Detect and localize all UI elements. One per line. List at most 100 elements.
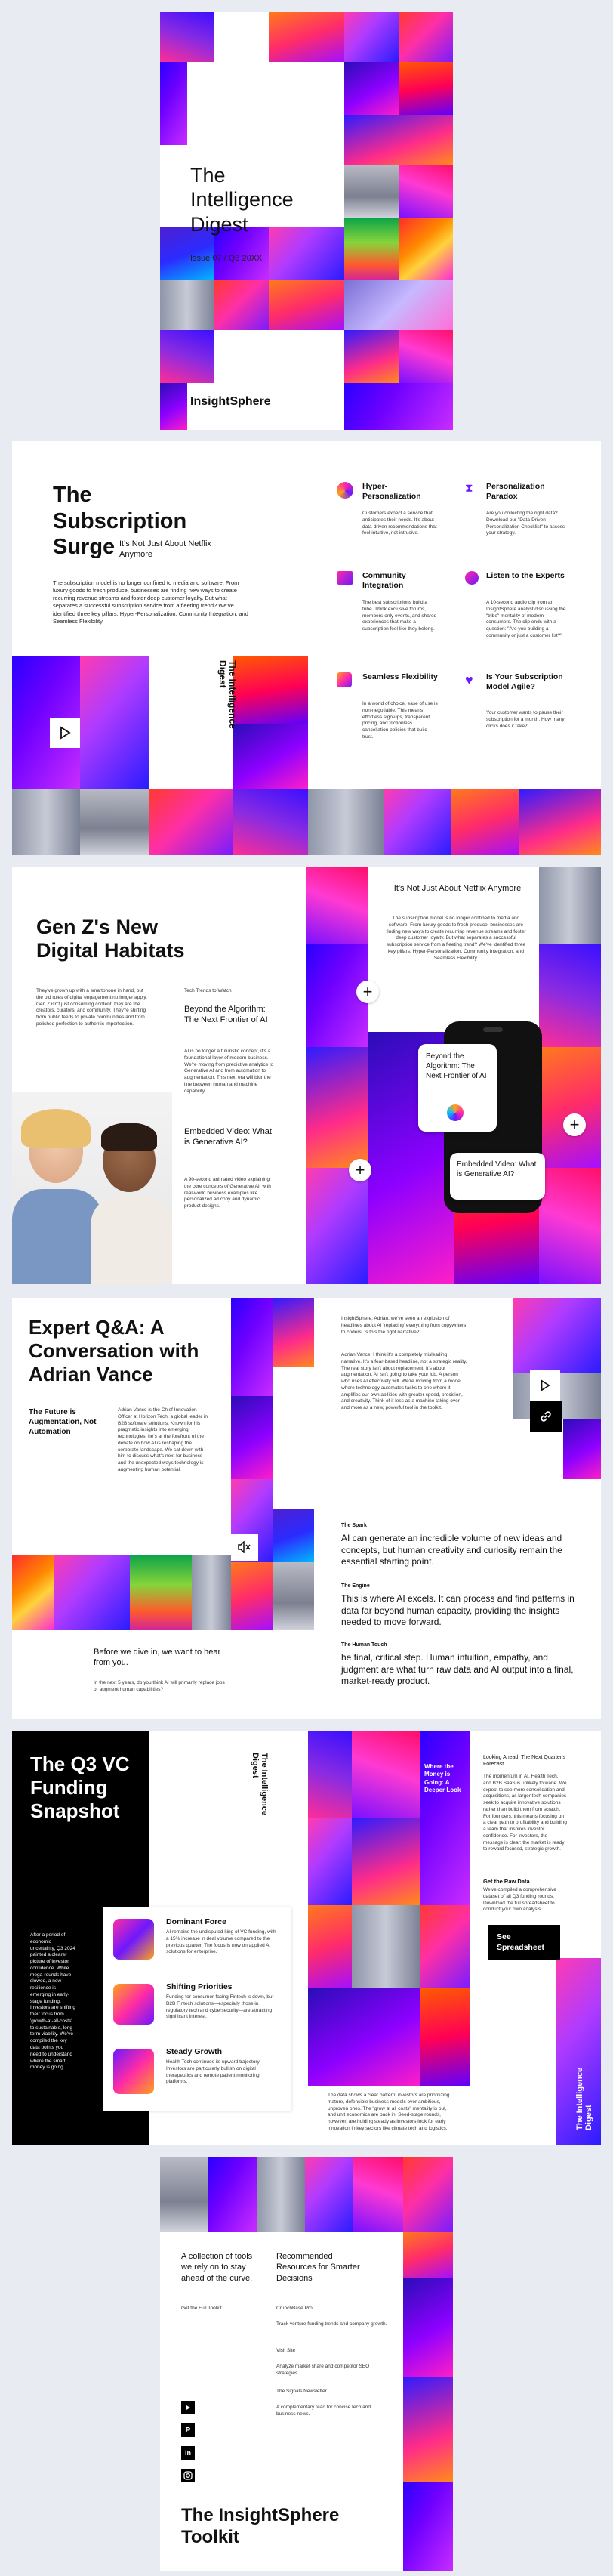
section-text: AI can generate an incredible volume of … — [341, 1533, 562, 1568]
qa-section: The Engine This is where AI excels. It c… — [341, 1583, 583, 1629]
plus-icon: + — [355, 1160, 365, 1179]
play-icon — [541, 1379, 550, 1391]
heart-icon: ♥ — [465, 672, 473, 687]
phone-card[interactable]: Beyond the Algorithm: The Next Frontier … — [418, 1044, 497, 1132]
vc-title-line: Snapshot — [30, 1799, 120, 1823]
pinterest-button[interactable]: P — [181, 2423, 195, 2437]
qa-title-line: Expert Q&A: A — [29, 1316, 165, 1339]
get-toolkit-link[interactable]: Get the Full Toolkit — [181, 2306, 222, 2312]
vc-card-title: Shifting Priorities — [166, 1982, 233, 1991]
extra-title: Is Your Subscription Model Agile? — [486, 672, 563, 691]
genz-title: Gen Z's New Digital Habitats — [36, 916, 185, 962]
resource-item[interactable]: The Signals Newsletter A complementary r… — [276, 2389, 390, 2417]
pillar-title: Community Integration — [362, 571, 406, 590]
see-spreadsheet-button[interactable]: See Spreadsheet — [488, 1925, 560, 1960]
qa-bio: Adrian Vance is the Chief Innovation Off… — [118, 1407, 208, 1472]
vc-card-text: Funding for consumer-facing Fintech is d… — [166, 1994, 274, 2020]
subscription-page: The Subscription Surge It's Not Just Abo… — [12, 441, 601, 855]
qa-title-line: Adrian Vance — [29, 1363, 153, 1386]
vertical-label: The Intelligence Digest — [251, 1753, 270, 1816]
mute-button[interactable] — [231, 1534, 258, 1561]
cover-page: The Intelligence Digest Issue 07 / Q3 20… — [160, 12, 453, 430]
instagram-button[interactable] — [181, 2469, 195, 2482]
robot-icon — [113, 1919, 154, 1960]
qa-section: The Spark AI can generate an incredible … — [341, 1523, 583, 1568]
vc-page: The Q3 VC Funding Snapshot After a perio… — [12, 1731, 601, 2145]
resource-desc: A complementary read for concise tech an… — [276, 2404, 371, 2417]
genz-right-title: It's Not Just About Netflix Anymore — [393, 884, 522, 893]
target-icon — [337, 482, 353, 499]
section-label: The Engine — [341, 1583, 370, 1589]
fintech-icon — [113, 1984, 154, 2025]
brand-logo: InsightSphere — [190, 395, 271, 408]
cover-title-line: Digest — [190, 212, 248, 236]
vc-intro: After a period of economic uncertainty, … — [30, 1932, 75, 2071]
genz-heading: Embedded Video: What is Generative AI? — [184, 1127, 272, 1147]
qa-section: The Human Touch he final, critical step.… — [341, 1642, 583, 1688]
ai-orb-icon — [447, 1104, 464, 1121]
vc-title-line: Funding — [30, 1776, 108, 1799]
section-text: This is where AI excels. It can process … — [341, 1593, 574, 1628]
add-button[interactable]: + — [563, 1113, 586, 1136]
extra-title: Personalization Paradox — [486, 482, 545, 501]
linkedin-button[interactable]: in — [181, 2446, 195, 2460]
qa-page: Expert Q&A: A Conversation with Adrian V… — [12, 1298, 601, 1719]
poll-question[interactable]: In the next 5 years, do you think AI wil… — [94, 1680, 229, 1694]
instagram-icon — [183, 2471, 193, 2480]
raw-data-title: Get the Raw Data — [483, 1878, 530, 1885]
link-button[interactable] — [530, 1401, 562, 1432]
youtube-button[interactable] — [181, 2401, 195, 2414]
resource-item[interactable]: CrunchBase Pro Track venture funding tre… — [276, 2306, 390, 2328]
plus-icon: + — [569, 1115, 580, 1134]
genz-title-line: Gen Z's New — [36, 916, 158, 938]
genz-right-body: The subscription model is no longer conf… — [386, 916, 526, 961]
qa-subhead: The Future is Augmentation, Not Automati… — [29, 1408, 97, 1436]
cover-title-line: The — [190, 164, 226, 187]
community-icon — [337, 571, 353, 585]
genz-tag: Tech Trends to Watch — [184, 988, 232, 993]
link-icon — [541, 1411, 551, 1422]
pillar-text: The best subscriptions build a tribe. Th… — [362, 600, 437, 632]
subscription-title-line: The — [53, 483, 92, 507]
toolkit-title-line: Toolkit — [181, 2526, 239, 2547]
pillar-title: Seamless Flexibility — [362, 672, 438, 681]
pinterest-icon: P — [185, 2426, 191, 2435]
qa-intro: InsightSphere: Adrian, we've seen an exp… — [341, 1316, 467, 1335]
extra-text: Are you collecting the right data? Downl… — [486, 511, 565, 536]
phone-card-text: Beyond the Algorithm: The Next Frontier … — [426, 1052, 487, 1080]
genz-heading: Beyond the Algorithm: The Next Frontier … — [184, 1005, 268, 1024]
toolkit-title-line: The InsightSphere — [181, 2505, 340, 2525]
add-button[interactable]: + — [356, 981, 379, 1003]
genz-text: AI is no longer a futuristic concept, it… — [184, 1049, 274, 1094]
extra-text: Your customer wants to pause their subsc… — [486, 710, 565, 729]
vertical-label: The Intelligence Digest — [575, 2067, 594, 2130]
resource-item[interactable]: Visit Site Analyze market share and comp… — [276, 2348, 390, 2377]
youtube-icon — [186, 2405, 190, 2410]
health-icon — [113, 2049, 154, 2094]
cover-issue: Issue 07 / Q3 20XX — [190, 254, 263, 263]
forecast-text: The momentum in AI, Health Tech, and B2B… — [483, 1774, 567, 1852]
play-button[interactable] — [530, 1370, 560, 1401]
forecast-title: Looking Ahead: The Next Quarter's Foreca… — [483, 1755, 565, 1768]
poll-prompt: Before we dive in, we want to hear from … — [94, 1648, 221, 1668]
subscription-title-line: Surge — [53, 535, 116, 559]
pillar-text: In a world of choice, ease of use is non… — [362, 701, 438, 740]
vc-title: The Q3 VC Funding Snapshot — [30, 1753, 129, 1824]
genz-page: Gen Z's New Digital Habitats They've gro… — [12, 867, 601, 1284]
raw-data-text: We've compiled a comprehensive dataset o… — [483, 1887, 556, 1913]
subscription-intro: The subscription model is no longer conf… — [53, 579, 248, 625]
vc-card-text: AI remains the undisputed king of VC fun… — [166, 1929, 276, 1955]
play-icon — [60, 726, 71, 740]
genz-intro: They've grown up with a smartphone in ha… — [36, 988, 147, 1027]
speaker-mute-icon — [238, 1541, 251, 1553]
video-card[interactable]: Embedded Video: What is Generative AI? — [450, 1153, 545, 1200]
vc-overlay-title: Where the Money is Going: A Deeper Look — [424, 1763, 461, 1794]
play-button[interactable] — [50, 718, 80, 748]
vc-card-text: Health Tech continues its upward traject… — [166, 2059, 261, 2085]
cover-title-line: Intelligence — [190, 188, 294, 212]
subscription-subtitle: It's Not Just About Netflix Anymore — [119, 539, 211, 559]
resources-title: Recommended Resources for Smarter Decisi… — [276, 2252, 360, 2283]
toolkit-intro: A collection of tools we rely on to stay… — [181, 2252, 253, 2283]
plus-icon: + — [362, 982, 373, 1001]
add-button[interactable]: + — [349, 1159, 371, 1181]
